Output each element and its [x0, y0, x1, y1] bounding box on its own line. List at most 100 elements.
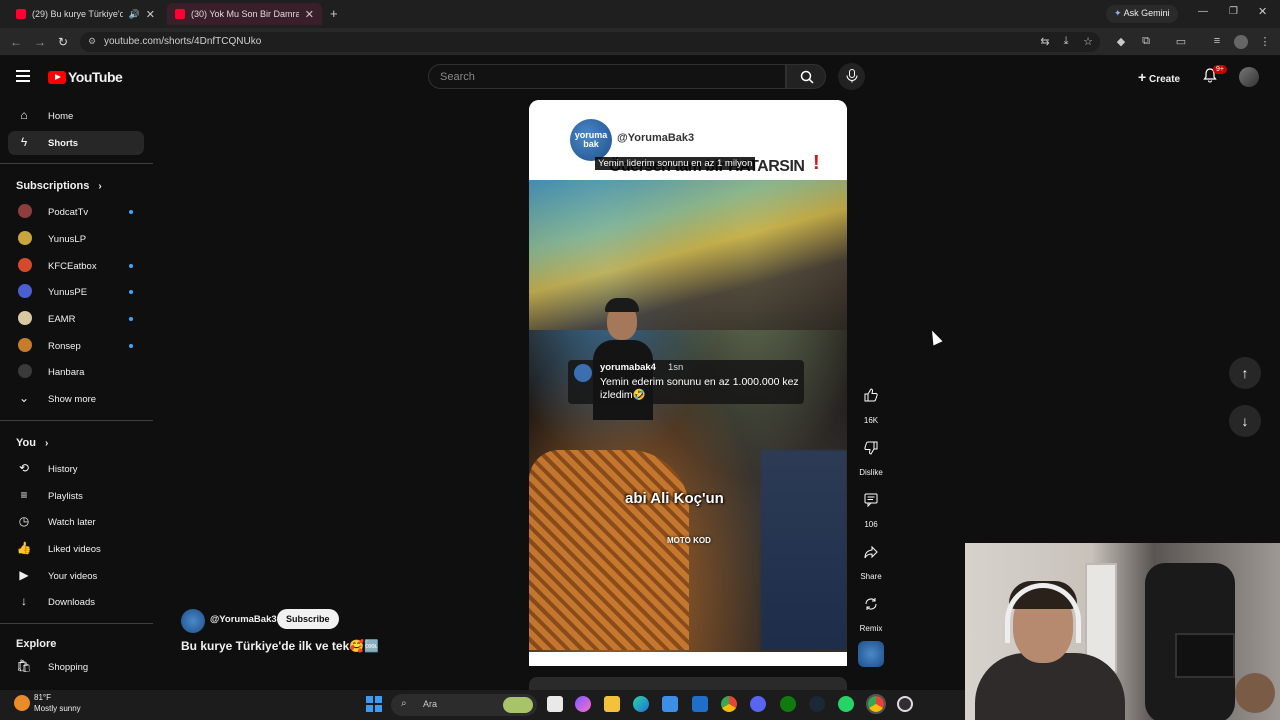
comments-button[interactable] [859, 488, 883, 512]
video-title[interactable]: Bu kurye Türkiye'de ilk ve tek🥰🆒 [181, 639, 379, 653]
task-view-icon[interactable] [547, 696, 563, 712]
forward-icon[interactable]: → [34, 35, 46, 49]
extensions-puzzle-icon[interactable]: ⧉ [1139, 35, 1153, 49]
sidebar-item-history[interactable]: ⟲ History [8, 457, 144, 481]
browser-tab-1[interactable]: (29) Bu kurye Türkiye'de ilk 🔊 ✕ [8, 3, 163, 25]
share-button[interactable] [859, 540, 883, 564]
new-tab-icon[interactable]: + [330, 6, 338, 21]
taskbar-search-label: Ara [423, 699, 438, 709]
thumbs-up-icon [864, 388, 878, 402]
shorts-icon: ϟ [20, 135, 28, 149]
voice-search-button[interactable] [838, 63, 865, 90]
divider [0, 420, 153, 421]
taskbar-search-box[interactable]: ⌕ Ara [391, 694, 537, 716]
sidebar-item-liked-videos[interactable]: 👍 Liked videos [8, 537, 144, 561]
arrow-up-icon: ↑ [1241, 365, 1249, 381]
sidebar-subscription-podcattv[interactable]: PodcatTv [8, 200, 144, 224]
extension-icon[interactable]: ◆ [1114, 35, 1128, 49]
install-icon[interactable]: ⤓ [1059, 35, 1073, 49]
sidebar-item-your-videos[interactable]: ▶ Your videos [8, 564, 144, 588]
hamburger-menu-icon[interactable] [16, 70, 30, 85]
channel-avatar [18, 204, 32, 218]
youtube-logo-text: YouTube [68, 69, 123, 85]
reload-icon[interactable]: ↻ [58, 35, 68, 49]
new-content-dot [129, 264, 133, 268]
video-frame[interactable]: yorumabak4 1sn Yemin ederim sonunu en az… [529, 180, 847, 652]
yorumabak-logo: yoruma bak [570, 119, 612, 161]
subscribe-button[interactable]: Subscribe [277, 609, 339, 629]
start-menu-icon[interactable] [366, 696, 382, 712]
discord-icon[interactable] [750, 696, 766, 712]
site-info-icon[interactable]: ⚙ [88, 36, 96, 47]
webcam-monitor [1175, 633, 1235, 678]
close-window-icon[interactable]: ✕ [1258, 5, 1267, 18]
xbox-icon[interactable] [780, 696, 796, 712]
sidebar-item-downloads[interactable]: ↓ Downloads [8, 590, 144, 614]
chrome-icon[interactable] [721, 696, 737, 712]
sidebar-subscription-eamr[interactable]: EAMR [8, 307, 144, 331]
sidebar-subscription-kfceatbox[interactable]: KFCEatbox [8, 254, 144, 278]
sidebar-subscription-hanbara[interactable]: Hanbara [8, 360, 144, 384]
download-icon: ↓ [21, 594, 27, 608]
whatsapp-icon[interactable] [838, 696, 854, 712]
show-more-button[interactable]: ⌄ Show more [8, 387, 144, 411]
sidebar-item-shopping[interactable]: 🛍 Shopping [8, 655, 144, 679]
url-field[interactable]: ⚙ youtube.com/shorts/4DnfTCQNUko [80, 32, 1100, 52]
back-icon[interactable]: ← [10, 35, 22, 49]
previous-short-button[interactable]: ↑ [1229, 357, 1261, 389]
account-avatar[interactable] [1239, 67, 1259, 87]
close-tab-icon[interactable]: ✕ [146, 8, 155, 21]
mail-icon[interactable] [692, 696, 708, 712]
translate-icon[interactable]: ⇆ [1038, 35, 1052, 49]
store-icon[interactable] [662, 696, 678, 712]
search-button[interactable] [786, 64, 826, 89]
bookmark-star-icon[interactable]: ☆ [1081, 35, 1095, 49]
media-controls-icon[interactable]: ≡ [1210, 35, 1224, 49]
subscriptions-heading[interactable]: Subscriptions › [16, 180, 102, 192]
you-heading[interactable]: You › [16, 437, 48, 449]
profile-icon[interactable] [1234, 35, 1248, 49]
sidebar-item-home[interactable]: ⌂ Home [8, 104, 144, 128]
browser-tab-2[interactable]: (30) Yok Mu Son Bir Damran Ko ✕ [167, 3, 322, 25]
comment-icon [864, 493, 878, 508]
copilot-icon[interactable] [575, 696, 591, 712]
sidebar-subscription-yunuspe[interactable]: YunusPE [8, 280, 144, 304]
channel-avatar [18, 311, 32, 325]
tab-title: (29) Bu kurye Türkiye'de ilk [32, 9, 123, 19]
sidebar-item-label: PodcatTv [48, 207, 89, 218]
shorts-player[interactable]: yoruma bak @YorumaBak3 Ödersen tam bir H… [529, 100, 847, 666]
weather-sun-icon[interactable] [14, 695, 30, 711]
obs-icon[interactable] [897, 696, 913, 712]
sidebar-item-watch-later[interactable]: ◷ Watch later [8, 510, 144, 534]
channel-handle[interactable]: @YorumaBak3 [210, 614, 277, 625]
mouse-cursor-icon [927, 328, 943, 346]
dislike-button[interactable] [859, 436, 883, 460]
sound-channel-avatar[interactable] [858, 641, 884, 667]
channel-avatar [18, 364, 32, 378]
next-short-button[interactable]: ↓ [1229, 405, 1261, 437]
sidebar-subscription-ronsep[interactable]: Ronsep [8, 334, 144, 358]
chrome-active-icon[interactable] [866, 694, 886, 714]
chevron-down-icon: ⌄ [18, 391, 30, 405]
search-input[interactable]: Search [428, 64, 786, 89]
sidebar-item-shorts[interactable]: ϟ Shorts [8, 131, 144, 155]
remix-icon [865, 598, 877, 610]
remix-button[interactable] [859, 592, 883, 616]
file-explorer-icon[interactable] [604, 696, 620, 712]
sidepanel-icon[interactable]: ▭ [1174, 35, 1188, 49]
menu-kebab-icon[interactable]: ⋮ [1258, 35, 1272, 49]
edge-icon[interactable] [633, 696, 649, 712]
create-button[interactable]: + Create [1130, 65, 1188, 87]
like-button[interactable] [859, 383, 883, 407]
channel-avatar[interactable] [181, 609, 205, 633]
mute-icon[interactable]: 🔊 [129, 9, 140, 20]
create-label: Create [1148, 74, 1181, 85]
sidebar-subscription-yunuslp[interactable]: YunusLP [8, 227, 144, 251]
steam-icon[interactable] [809, 696, 825, 712]
sidebar-item-playlists[interactable]: ≡ Playlists [8, 484, 144, 508]
ask-gemini-button[interactable]: ✦ Ask Gemini [1106, 5, 1178, 23]
youtube-logo[interactable]: YouTube [48, 69, 123, 85]
close-tab-icon[interactable]: ✕ [305, 8, 314, 21]
restore-icon[interactable]: ❐ [1229, 6, 1238, 17]
minimize-icon[interactable]: — [1198, 6, 1208, 17]
